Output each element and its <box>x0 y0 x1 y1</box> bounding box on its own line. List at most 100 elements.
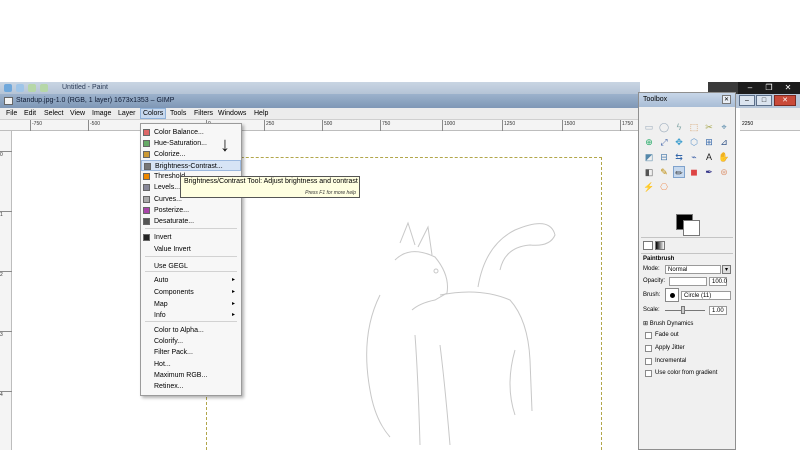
menu-item-color-to-alpha[interactable]: Color to Alpha... <box>141 325 241 336</box>
apply-jitter-checkbox[interactable] <box>645 345 652 352</box>
menu-item-map[interactable]: Map ▸ <box>141 299 241 310</box>
bucket-fill-icon[interactable]: ◧ <box>643 166 655 178</box>
menu-item-label: Map <box>154 301 168 308</box>
menu-select[interactable]: Select <box>42 109 65 118</box>
brush-preview[interactable] <box>665 288 679 302</box>
wolf-ear-left <box>399 221 416 246</box>
menu-item-label: Value Invert <box>154 246 191 253</box>
measure-icon[interactable]: ⤢ <box>658 136 670 148</box>
maximize-icon[interactable]: ❐ <box>759 82 779 94</box>
save-icon[interactable] <box>16 84 24 92</box>
scale-slider-track[interactable] <box>665 310 705 311</box>
ruler-tick-label: 0 <box>0 151 12 158</box>
colorize-icon <box>143 151 150 158</box>
menu-separator <box>145 256 237 257</box>
background-color-swatch[interactable] <box>683 220 700 236</box>
menu-item-value-invert[interactable]: Value Invert <box>141 244 241 255</box>
crop-icon[interactable]: ⊞ <box>703 136 715 148</box>
menu-item-brightness-contrast[interactable]: Brightness-Contrast... <box>141 160 241 171</box>
paint-app-icon[interactable] <box>4 84 12 92</box>
ruler-tick-label: 1 <box>0 211 12 218</box>
minimize-icon[interactable]: – <box>740 82 760 94</box>
ruler-tick-label: 1000 <box>442 120 455 131</box>
rotate-icon[interactable]: ⊿ <box>718 136 730 148</box>
fade-out-label: Fade out <box>655 332 679 338</box>
menu-item-desaturate[interactable]: Desaturate... <box>141 216 241 227</box>
ruler-tick-label: 3 <box>0 331 12 338</box>
menu-item-hot[interactable]: Hot... <box>141 359 241 370</box>
brightness-contrast-icon <box>144 163 151 170</box>
move-icon[interactable]: ✥ <box>673 136 685 148</box>
pencil-icon[interactable]: ✎ <box>658 166 670 178</box>
close-icon[interactable]: ✕ <box>774 95 796 106</box>
brush-dynamics-expander[interactable]: ⊞ Brush Dynamics <box>643 320 693 327</box>
zoom-icon[interactable]: ⊕ <box>643 136 655 148</box>
heal-icon[interactable]: ⊛ <box>718 166 730 178</box>
paint-title-bar: Untitled - Paint <box>0 82 640 94</box>
color-picker-icon[interactable]: ⌖ <box>718 121 730 133</box>
rect-select-icon[interactable]: ▭ <box>643 121 655 133</box>
menu-item-maximum-rgb[interactable]: Maximum RGB... <box>141 370 241 381</box>
fuzzy-select-icon[interactable]: ⬚ <box>688 121 700 133</box>
device-status-icon[interactable] <box>655 241 665 250</box>
ruler-tick-label: 1250 <box>502 120 515 131</box>
opacity-slider[interactable] <box>669 277 707 286</box>
apply-jitter-label: Apply Jitter <box>655 345 685 351</box>
scale-slider-handle[interactable] <box>681 306 685 314</box>
paintbrush-icon[interactable]: ✏ <box>673 166 685 178</box>
menu-filters[interactable]: Filters <box>192 109 215 118</box>
scissors-select-icon[interactable]: ✂ <box>703 121 715 133</box>
menu-edit[interactable]: Edit <box>22 109 38 118</box>
mode-select[interactable]: Normal <box>665 265 721 274</box>
menu-item-colorify[interactable]: Colorify... <box>141 336 241 347</box>
menu-image[interactable]: Image <box>90 109 113 118</box>
menu-windows[interactable]: Windows <box>216 109 248 118</box>
chevron-down-icon[interactable]: ▾ <box>722 265 731 274</box>
menu-layer[interactable]: Layer <box>116 109 138 118</box>
use-color-from-gradient-checkbox[interactable] <box>645 370 652 377</box>
redo-icon[interactable] <box>40 84 48 92</box>
gimp-window-controls: – □ ✕ <box>735 94 800 108</box>
menu-item-posterize[interactable]: Posterize... <box>141 205 241 216</box>
fade-out-checkbox[interactable] <box>645 332 652 339</box>
opacity-label: Opacity: <box>643 278 666 284</box>
menu-item-info[interactable]: Info ▸ <box>141 310 241 321</box>
blur-icon[interactable]: ⎔ <box>658 181 670 193</box>
ruler-tick-label: 500 <box>322 120 332 131</box>
close-icon[interactable]: ✕ <box>722 95 731 104</box>
ellipse-select-icon[interactable]: ◯ <box>658 121 670 133</box>
clone-icon[interactable]: ⚡ <box>643 181 655 193</box>
undo-icon[interactable] <box>28 84 36 92</box>
align-icon[interactable]: ⬡ <box>688 136 700 148</box>
menu-item-auto[interactable]: Auto ▸ <box>141 275 241 286</box>
menu-tools[interactable]: Tools <box>168 109 188 118</box>
menu-item-components[interactable]: Components ▸ <box>141 287 241 298</box>
menu-colors[interactable]: Colors <box>140 108 167 119</box>
shear-icon[interactable]: ⊟ <box>658 151 670 163</box>
scale-input[interactable]: 1.00 <box>709 306 727 315</box>
menu-item-filter-pack[interactable]: Filter Pack... <box>141 347 241 358</box>
flip-icon[interactable]: ⇆ <box>673 151 685 163</box>
opacity-input[interactable]: 100.0 <box>709 277 727 286</box>
maximize-icon[interactable]: □ <box>756 95 772 106</box>
color-balance-icon <box>143 129 150 136</box>
scale-icon[interactable]: ◩ <box>643 151 655 163</box>
close-icon[interactable]: ✕ <box>778 82 798 94</box>
menu-view[interactable]: View <box>68 109 87 118</box>
path-icon[interactable]: ⌁ <box>688 151 700 163</box>
tooltip-hint: Press F1 for more help <box>305 190 356 196</box>
eraser-icon[interactable]: ◼ <box>688 166 700 178</box>
incremental-checkbox[interactable] <box>645 358 652 365</box>
menu-item-invert[interactable]: Invert <box>141 232 241 243</box>
menu-item-retinex[interactable]: Retinex... <box>141 381 241 392</box>
ink-icon[interactable]: ✒ <box>703 166 715 178</box>
gimp-title-bar: Standup.jpg-1.0 (RGB, 1 layer) 1673x1353… <box>0 94 640 108</box>
smudge-icon[interactable]: ✋ <box>718 151 730 163</box>
menu-help[interactable]: Help <box>252 109 270 118</box>
menu-file[interactable]: File <box>4 109 19 118</box>
minimize-icon[interactable]: – <box>739 95 755 106</box>
free-select-icon[interactable]: ϟ <box>673 121 685 133</box>
text-icon[interactable]: A <box>703 151 715 163</box>
menu-item-label: Hue-Saturation... <box>154 140 207 147</box>
tool-options-icon[interactable] <box>643 241 653 250</box>
